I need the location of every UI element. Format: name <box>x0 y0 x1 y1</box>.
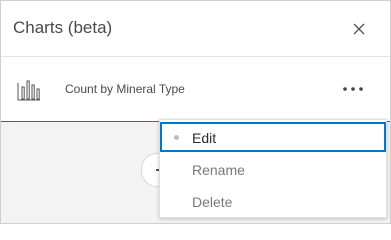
chart-list-item[interactable]: Count by Mineral Type <box>1 57 390 122</box>
bar-chart-icon <box>17 77 41 101</box>
panel-title: Charts (beta) <box>13 18 113 37</box>
close-icon <box>353 23 365 35</box>
ellipsis-icon <box>343 87 363 91</box>
panel-header: Charts (beta) <box>1 1 390 57</box>
menu-item-delete[interactable]: Delete <box>160 186 386 216</box>
chart-title: Count by Mineral Type <box>65 82 185 96</box>
chart-options-menu: Edit Rename Delete <box>159 119 387 218</box>
menu-item-rename[interactable]: Rename <box>160 154 386 184</box>
close-button[interactable] <box>347 17 371 41</box>
menu-item-label: Rename <box>192 162 245 178</box>
selected-bullet-icon <box>174 135 179 140</box>
menu-item-label: Edit <box>192 130 217 146</box>
menu-item-edit[interactable]: Edit <box>160 122 386 152</box>
more-options-button[interactable] <box>339 79 367 99</box>
menu-item-label: Delete <box>192 194 233 210</box>
